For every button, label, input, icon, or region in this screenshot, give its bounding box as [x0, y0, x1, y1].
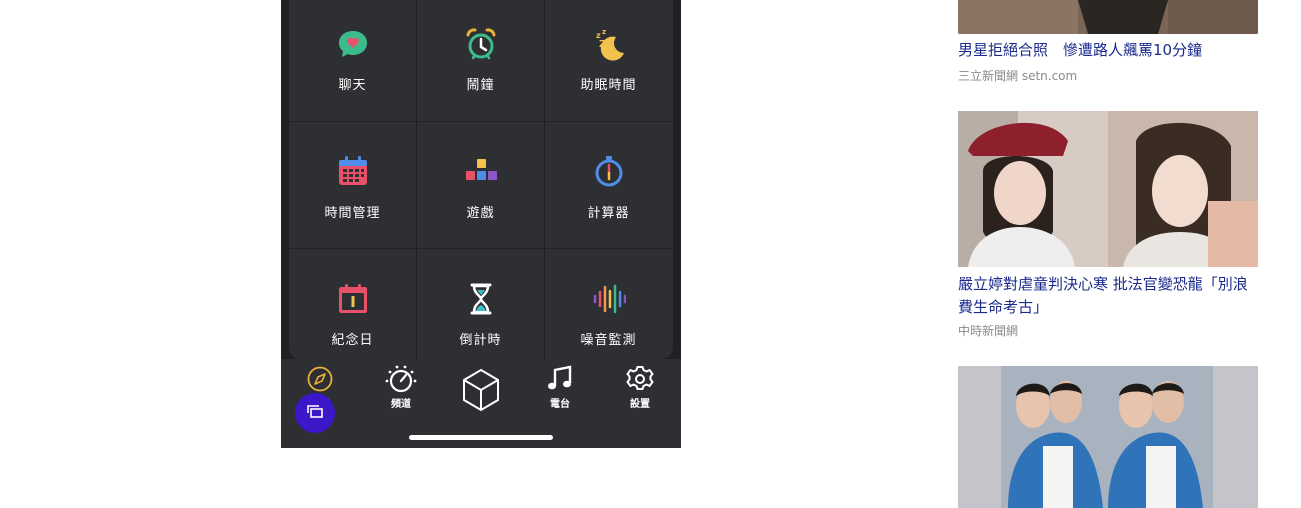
news-headline[interactable]: 男星拒絕合照 慘遭路人飆罵10分鐘	[958, 39, 1258, 62]
news-thumbnail[interactable]	[958, 366, 1258, 508]
grid-item-sleep[interactable]: z z Z 助眠時間	[545, 0, 672, 121]
tab-radio[interactable]: 電台	[525, 365, 595, 410]
grid-item-label: 助眠時間	[580, 78, 637, 93]
grid-item-label: 倒計時	[459, 333, 502, 348]
grid-item-countdown[interactable]: 倒計時	[417, 249, 544, 359]
feature-grid: 聊天 鬧鐘 z z Z 助眠時間 時間管理 遊戲 計算器 紀念日 倒計時 噪音監…	[289, 0, 673, 359]
news-source: 中時新聞網	[958, 324, 1019, 338]
grid-item-label: 時間管理	[324, 206, 381, 221]
tab-bar: 發現 頻道	[281, 359, 681, 448]
svg-text:Z: Z	[599, 39, 606, 50]
page: 聊天 鬧鐘 z z Z 助眠時間 時間管理 遊戲 計算器 紀念日 倒計時 噪音監…	[0, 0, 1301, 508]
grid-item-label: 鬧鐘	[466, 78, 495, 93]
calendar-grid-icon	[339, 156, 367, 185]
grid-item-chat[interactable]: 聊天	[289, 0, 416, 121]
dial-knob-icon	[385, 365, 417, 393]
gear-icon	[626, 366, 654, 390]
alarm-clock-icon	[466, 28, 496, 60]
sound-wave-icon	[593, 284, 626, 314]
colored-blocks-icon	[466, 159, 497, 180]
news-source: 三立新聞網 setn.com	[958, 69, 1078, 83]
chat-bubble-heart-icon	[339, 31, 367, 57]
grid-item-label: 聊天	[338, 78, 367, 93]
tab-label: 頻道	[391, 399, 411, 410]
stopwatch-icon	[595, 156, 623, 187]
grid-item-label: 噪音監測	[580, 333, 637, 348]
news-photo	[958, 366, 1258, 508]
tab-center-cube[interactable]	[446, 367, 516, 413]
moon-sleep-icon: z z Z	[596, 28, 624, 61]
news-photo	[958, 0, 1258, 34]
tab-label: 電台	[550, 399, 570, 410]
compass-icon	[307, 366, 333, 392]
news-headline[interactable]: 嚴立婷對虐童判決心寒 批法官變恐龍「別浪費生命考古」	[958, 273, 1258, 319]
grid-item-label: 計算器	[587, 206, 630, 221]
grid-item-calculator[interactable]: 計算器	[545, 122, 672, 248]
floating-window-button[interactable]	[295, 393, 335, 433]
grid-item-games[interactable]: 遊戲	[417, 122, 544, 248]
svg-text:z: z	[602, 28, 606, 36]
tab-settings[interactable]: 設置	[605, 365, 675, 410]
grid-item-time-management[interactable]: 時間管理	[289, 122, 416, 248]
hourglass-icon	[470, 283, 492, 315]
music-note-icon	[548, 365, 572, 390]
news-photo	[958, 111, 1258, 267]
window-copy-icon	[307, 405, 323, 418]
news-thumbnail[interactable]	[958, 0, 1258, 34]
grid-item-label: 遊戲	[466, 206, 495, 221]
cube-icon	[463, 368, 499, 412]
grid-item-anniversary[interactable]: 紀念日	[289, 249, 416, 359]
grid-item-label: 紀念日	[331, 333, 374, 348]
grid-item-noise-monitor[interactable]: 噪音監測	[545, 249, 672, 359]
anniversary-calendar-icon	[339, 284, 367, 313]
tab-channels[interactable]: 頻道	[366, 365, 436, 410]
phone-screen: 聊天 鬧鐘 z z Z 助眠時間 時間管理 遊戲 計算器 紀念日 倒計時 噪音監…	[281, 0, 681, 448]
tab-label: 設置	[630, 399, 650, 410]
grid-item-alarm[interactable]: 鬧鐘	[417, 0, 544, 121]
home-indicator	[409, 435, 553, 440]
news-thumbnail[interactable]	[958, 111, 1258, 267]
